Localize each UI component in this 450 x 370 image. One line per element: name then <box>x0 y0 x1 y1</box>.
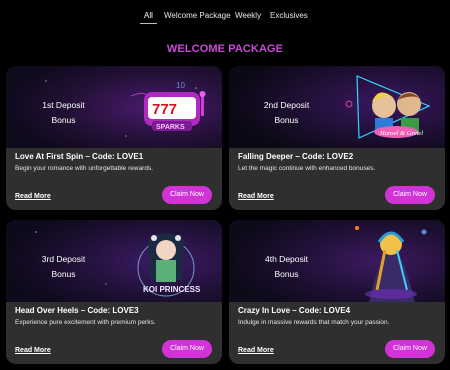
active-tab-underline <box>140 23 157 24</box>
promo-card-1: 777 SPARKS 10 1st Deposit Bonus Love At … <box>6 66 222 210</box>
deposit-label: 3rd Deposit Bonus <box>41 254 86 279</box>
svg-text:777: 777 <box>152 101 177 118</box>
promo-card-2: Hansel & Gretel 2nd Deposit Bonus Fallin… <box>229 66 445 210</box>
claim-now-button[interactable]: Claim Now <box>385 186 435 204</box>
read-more-link[interactable]: Read More <box>238 347 274 354</box>
card-body: Crazy In Love – Code: LOVE4 Indulge in m… <box>229 302 445 364</box>
section-title: WELCOME PACKAGE <box>166 43 284 55</box>
tab-welcome-package[interactable]: Welcome Package <box>164 11 231 20</box>
tab-exclusives[interactable]: Exclusives <box>270 11 308 20</box>
card-body: Falling Deeper – Code: LOVE2 Let the mag… <box>229 148 445 210</box>
promo-card-4: 4th Deposit Bonus Crazy In Love – Code: … <box>229 220 445 364</box>
card-banner: Hansel & Gretel 2nd Deposit Bonus <box>229 66 445 148</box>
tab-label: All <box>144 11 153 20</box>
filter-tabs: All Welcome Package Weekly Exclusives <box>0 0 450 32</box>
deposit-label: 2nd Deposit Bonus <box>263 100 310 125</box>
deposit-label: 1st Deposit Bonus <box>42 100 85 125</box>
tab-label: Welcome Package <box>164 11 231 20</box>
game-logo-text: Hansel & Gretel <box>379 130 423 137</box>
card-title: Crazy In Love – Code: LOVE4 <box>238 306 351 315</box>
claim-now-button[interactable]: Claim Now <box>162 340 212 358</box>
claim-now-button[interactable]: Claim Now <box>162 186 212 204</box>
card-title: Falling Deeper – Code: LOVE2 <box>238 152 354 161</box>
card-banner: KOI PRINCESS 3rd Deposit Bonus <box>6 220 222 302</box>
card-description: Indulge in massive rewards that match yo… <box>238 319 390 326</box>
promo-card-3: KOI PRINCESS 3rd Deposit Bonus Head Over… <box>6 220 222 364</box>
read-more-link[interactable]: Read More <box>15 193 51 200</box>
card-body: Love At First Spin – Code: LOVE1 Begin y… <box>6 148 222 210</box>
claim-now-button[interactable]: Claim Now <box>385 340 435 358</box>
card-banner: 4th Deposit Bonus <box>229 220 445 302</box>
tab-label: Weekly <box>235 11 262 20</box>
card-description: Let the magic continue with enhanced bon… <box>238 165 376 172</box>
read-more-link[interactable]: Read More <box>15 347 51 354</box>
card-body: Head Over Heels – Code: LOVE3 Experience… <box>6 302 222 364</box>
tab-weekly[interactable]: Weekly <box>235 11 261 20</box>
read-more-link[interactable]: Read More <box>238 193 274 200</box>
card-description: Experience pure excitement with premium … <box>15 319 156 326</box>
card-description: Begin your romance with unforgettable re… <box>15 165 154 172</box>
game-logo-text: KOI PRINCESS <box>143 285 201 294</box>
tab-all[interactable]: All <box>140 11 157 24</box>
tab-label: Exclusives <box>270 11 308 20</box>
svg-text:10: 10 <box>176 81 185 90</box>
card-title: Love At First Spin – Code: LOVE1 <box>15 152 144 161</box>
deposit-label: 4th Deposit Bonus <box>265 254 308 279</box>
card-title: Head Over Heels – Code: LOVE3 <box>15 306 139 315</box>
game-logo-text: SPARKS <box>156 124 185 131</box>
card-banner: 777 SPARKS 10 1st Deposit Bonus <box>6 66 222 148</box>
